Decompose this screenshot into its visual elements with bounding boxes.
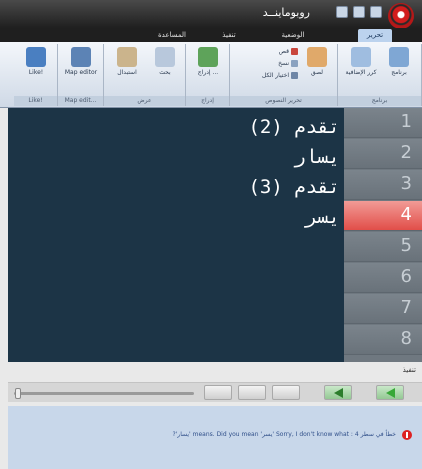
repeat-icon	[351, 47, 371, 67]
step-icon	[334, 388, 343, 398]
pause-button[interactable]	[238, 385, 266, 400]
line-number: 5	[344, 232, 422, 262]
cut-button[interactable]: قص	[236, 47, 298, 56]
copy-button[interactable]: نسخ	[236, 59, 298, 68]
message-panel: خطأ في سطر 4 : Sorry, I don't know what …	[8, 406, 422, 469]
play-icon	[386, 388, 395, 398]
undo-icon[interactable]	[353, 6, 365, 18]
paste-button[interactable]: لصق	[300, 47, 334, 93]
repeat-button[interactable]: كرر الإضافية	[344, 47, 378, 93]
title-bar: روبوماينــد	[0, 0, 422, 29]
speed-slider[interactable]	[14, 392, 194, 395]
line-number: 7	[344, 294, 422, 324]
line-number-highlighted: 4	[344, 201, 422, 231]
map-editor-button[interactable]: Map editor	[64, 47, 98, 93]
insert-icon	[198, 47, 218, 67]
app-menu-orb-icon[interactable]	[388, 3, 414, 29]
paste-icon	[307, 47, 327, 67]
find-button[interactable]: بحث	[148, 47, 182, 93]
error-message: خطأ في سطر 4 : Sorry, I don't know what …	[172, 431, 396, 438]
step-back-button[interactable]	[272, 385, 300, 400]
ribbon-group-view: بحث استبدال عرض	[104, 44, 186, 106]
ribbon: برنامج كرر الإضافية برنامج لصق قص نسخ اخ…	[0, 42, 422, 108]
code-line[interactable]: يسر	[306, 204, 340, 230]
code-line[interactable]: تقدم (3)	[248, 174, 340, 200]
tab-mode[interactable]: الوضعية	[276, 29, 310, 42]
speed-slider-handle[interactable]	[14, 388, 21, 399]
ribbon-tabs: تحرير الوضعية تنفيذ المساعدة	[0, 28, 422, 42]
line-number: 1	[344, 108, 422, 138]
map-editor-icon	[71, 47, 91, 67]
select-all-icon	[291, 72, 298, 79]
code-editor[interactable]: تقدم (2) يسار تقدم (3) يسر 1 2 3 4 5 6 7…	[8, 108, 422, 362]
tab-run[interactable]: تنفيذ	[212, 29, 246, 42]
program-button[interactable]: برنامج	[382, 47, 416, 93]
line-number: 8	[344, 325, 422, 355]
line-number: 2	[344, 139, 422, 169]
tab-edit[interactable]: تحرير	[358, 29, 392, 42]
ribbon-group-text-editing: لصق قص نسخ اختيار الكل تحرير النصوص	[230, 44, 338, 106]
select-all-button[interactable]: اختيار الكل	[236, 71, 298, 80]
run-section-label: تنفيذ	[402, 366, 416, 374]
replace-button[interactable]: استبدال	[110, 47, 144, 93]
line-number: 6	[344, 263, 422, 293]
find-icon	[155, 47, 175, 67]
playback-controls	[8, 382, 422, 402]
window-title: روبوماينــد	[262, 6, 310, 19]
ribbon-group-insert: إدراج ... إدراج	[186, 44, 230, 106]
code-line[interactable]: يسار	[294, 144, 340, 170]
ribbon-group-like: Like! Like!	[14, 44, 58, 106]
stop-button[interactable]	[204, 385, 232, 400]
step-button[interactable]	[324, 385, 352, 400]
run-button[interactable]	[376, 385, 404, 400]
tab-help[interactable]: المساعدة	[152, 29, 192, 42]
line-number: 3	[344, 170, 422, 200]
insert-button[interactable]: إدراج ...	[191, 47, 225, 93]
thumbs-up-icon	[26, 47, 46, 67]
copy-icon	[291, 60, 298, 67]
scissors-icon	[291, 48, 298, 55]
ribbon-group-program: برنامج كرر الإضافية برنامج	[338, 44, 422, 106]
line-number-gutter: 1 2 3 4 5 6 7 8	[344, 108, 422, 362]
code-line[interactable]: تقدم (2)	[248, 114, 340, 140]
replace-icon	[117, 47, 137, 67]
redo-icon[interactable]	[370, 6, 382, 18]
ribbon-group-map-edit: Map editor Map edit...	[58, 44, 104, 106]
error-icon	[402, 430, 412, 440]
program-icon	[389, 47, 409, 67]
like-button[interactable]: Like!	[19, 47, 53, 93]
quick-access-toolbar	[336, 6, 382, 18]
save-icon[interactable]	[336, 6, 348, 18]
